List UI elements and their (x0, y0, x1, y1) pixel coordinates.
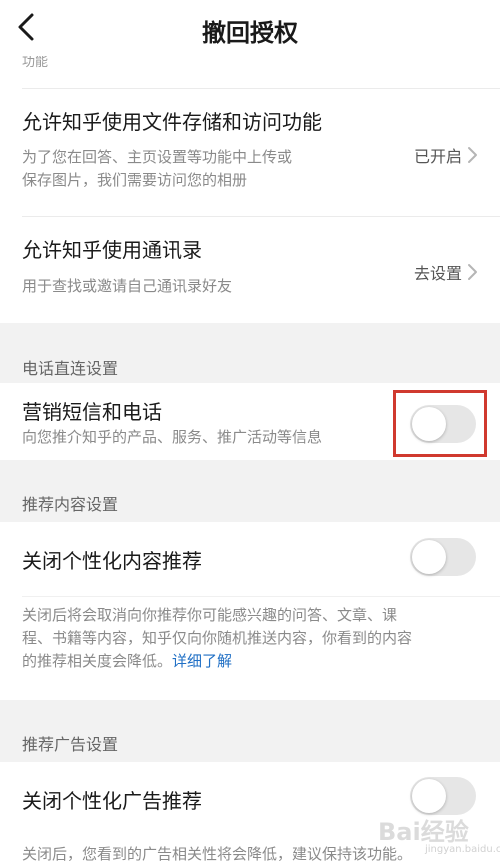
page-title: 撤回授权 (202, 19, 298, 47)
watermark-url: jingyan.baidu.com (425, 844, 500, 855)
section-label: 推荐广告设置 (22, 735, 119, 754)
toggle-knob (412, 540, 446, 574)
ad-recommend-toggle[interactable] (410, 777, 476, 815)
chevron-right-icon (466, 146, 478, 164)
permission-title: 允许知乎使用文件存储和访问功能 (22, 110, 322, 134)
divider (22, 596, 500, 597)
watermark: Bai经验 (378, 818, 469, 846)
content-recommend-toggle[interactable] (410, 538, 476, 576)
setting-title: 关闭个性化广告推荐 (22, 789, 202, 813)
partial-text: 功能 (22, 56, 49, 70)
highlight-box (393, 390, 487, 457)
permission-desc: 用于查找或邀请自己通讯录好友 (22, 277, 233, 295)
section-label: 电话直连设置 (22, 359, 119, 378)
permission-status[interactable]: 去设置 (414, 260, 478, 284)
permission-title: 允许知乎使用通讯录 (22, 238, 202, 262)
section-header: 电话直连设置 (0, 323, 500, 383)
content-note: 关闭后将会取消向你推荐你可能感兴趣的问答、文章、课 (22, 606, 398, 624)
ad-note: 关闭后，您看到的广告相关性将会降低，建议保持该功能。 (22, 845, 413, 863)
learn-more-link[interactable]: 详细了解 (172, 652, 232, 670)
setting-title: 关闭个性化内容推荐 (22, 549, 202, 573)
divider (22, 216, 500, 217)
divider (22, 88, 500, 89)
setting-desc: 向您推介知乎的产品、服务、推广活动等信息 (22, 428, 323, 446)
toggle-knob (412, 779, 446, 813)
status-text: 去设置 (413, 264, 462, 283)
setting-title: 营销短信和电话 (22, 400, 162, 424)
chevron-right-icon (466, 263, 478, 281)
top-bar: 撤回授权 (0, 0, 500, 58)
permission-status[interactable]: 已开启 (414, 143, 478, 167)
section-header: 推荐广告设置 (0, 700, 500, 762)
content-note: 的推荐相关度会降低。 (22, 652, 173, 670)
content-note: 程、书籍等内容，知乎仅向你随机推送内容，你看到的内容 (22, 629, 413, 647)
section-label: 推荐内容设置 (22, 495, 119, 514)
status-text: 已开启 (413, 147, 462, 166)
section-header: 推荐内容设置 (0, 460, 500, 522)
permission-desc: 为了您在回答、主页设置等功能中上传或 (22, 148, 293, 166)
permission-desc: 保存图片，我们需要访问您的相册 (22, 171, 248, 189)
content-note-last: 的推荐相关度会降低。详细了解 (22, 649, 232, 673)
